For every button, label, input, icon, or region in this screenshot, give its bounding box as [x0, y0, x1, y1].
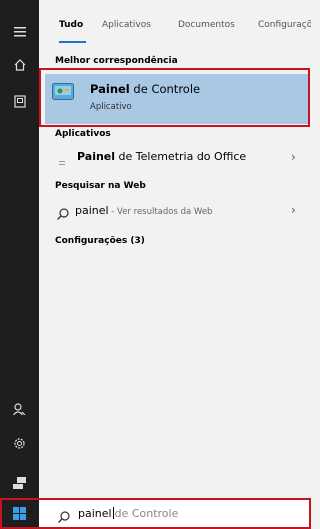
tab-bar: Tudo Aplicativos Documentos Configuraçõ — [39, 0, 311, 46]
search-icon — [57, 205, 69, 224]
search-icon — [58, 508, 70, 527]
settings-heading[interactable]: Configurações (3) — [55, 236, 145, 246]
hamburger-icon[interactable] — [0, 19, 39, 45]
search-input[interactable]: painel de Controle — [78, 507, 178, 520]
home-icon[interactable] — [0, 52, 39, 78]
device-icon[interactable] — [0, 470, 39, 496]
web-search-item[interactable]: painel - Ver resultados da Web — [75, 204, 212, 217]
start-rail — [0, 0, 39, 529]
gear-icon[interactable] — [0, 430, 39, 456]
tab-all[interactable]: Tudo — [59, 20, 83, 30]
person-icon[interactable] — [0, 396, 39, 422]
collection-icon[interactable] — [0, 88, 39, 114]
tab-documents[interactable]: Documentos — [178, 20, 235, 30]
best-match-heading: Melhor correspondência — [55, 56, 178, 66]
telemetry-app-item[interactable]: Painel de Telemetria do Office — [77, 150, 246, 163]
tab-settings[interactable]: Configuraçõ — [258, 20, 311, 30]
windows-logo-icon[interactable] — [0, 498, 39, 529]
chevron-right-icon[interactable]: › — [291, 150, 296, 164]
active-tab-indicator — [59, 41, 86, 43]
search-results-panel: Tudo Aplicativos Documentos Configuraçõ … — [39, 0, 311, 498]
web-heading: Pesquisar na Web — [55, 181, 146, 191]
chevron-right-icon[interactable]: › — [291, 203, 296, 217]
best-match-highlight — [39, 68, 310, 127]
telemetry-icon — [59, 153, 67, 172]
tab-apps[interactable]: Aplicativos — [102, 20, 151, 30]
apps-heading: Aplicativos — [55, 129, 111, 139]
